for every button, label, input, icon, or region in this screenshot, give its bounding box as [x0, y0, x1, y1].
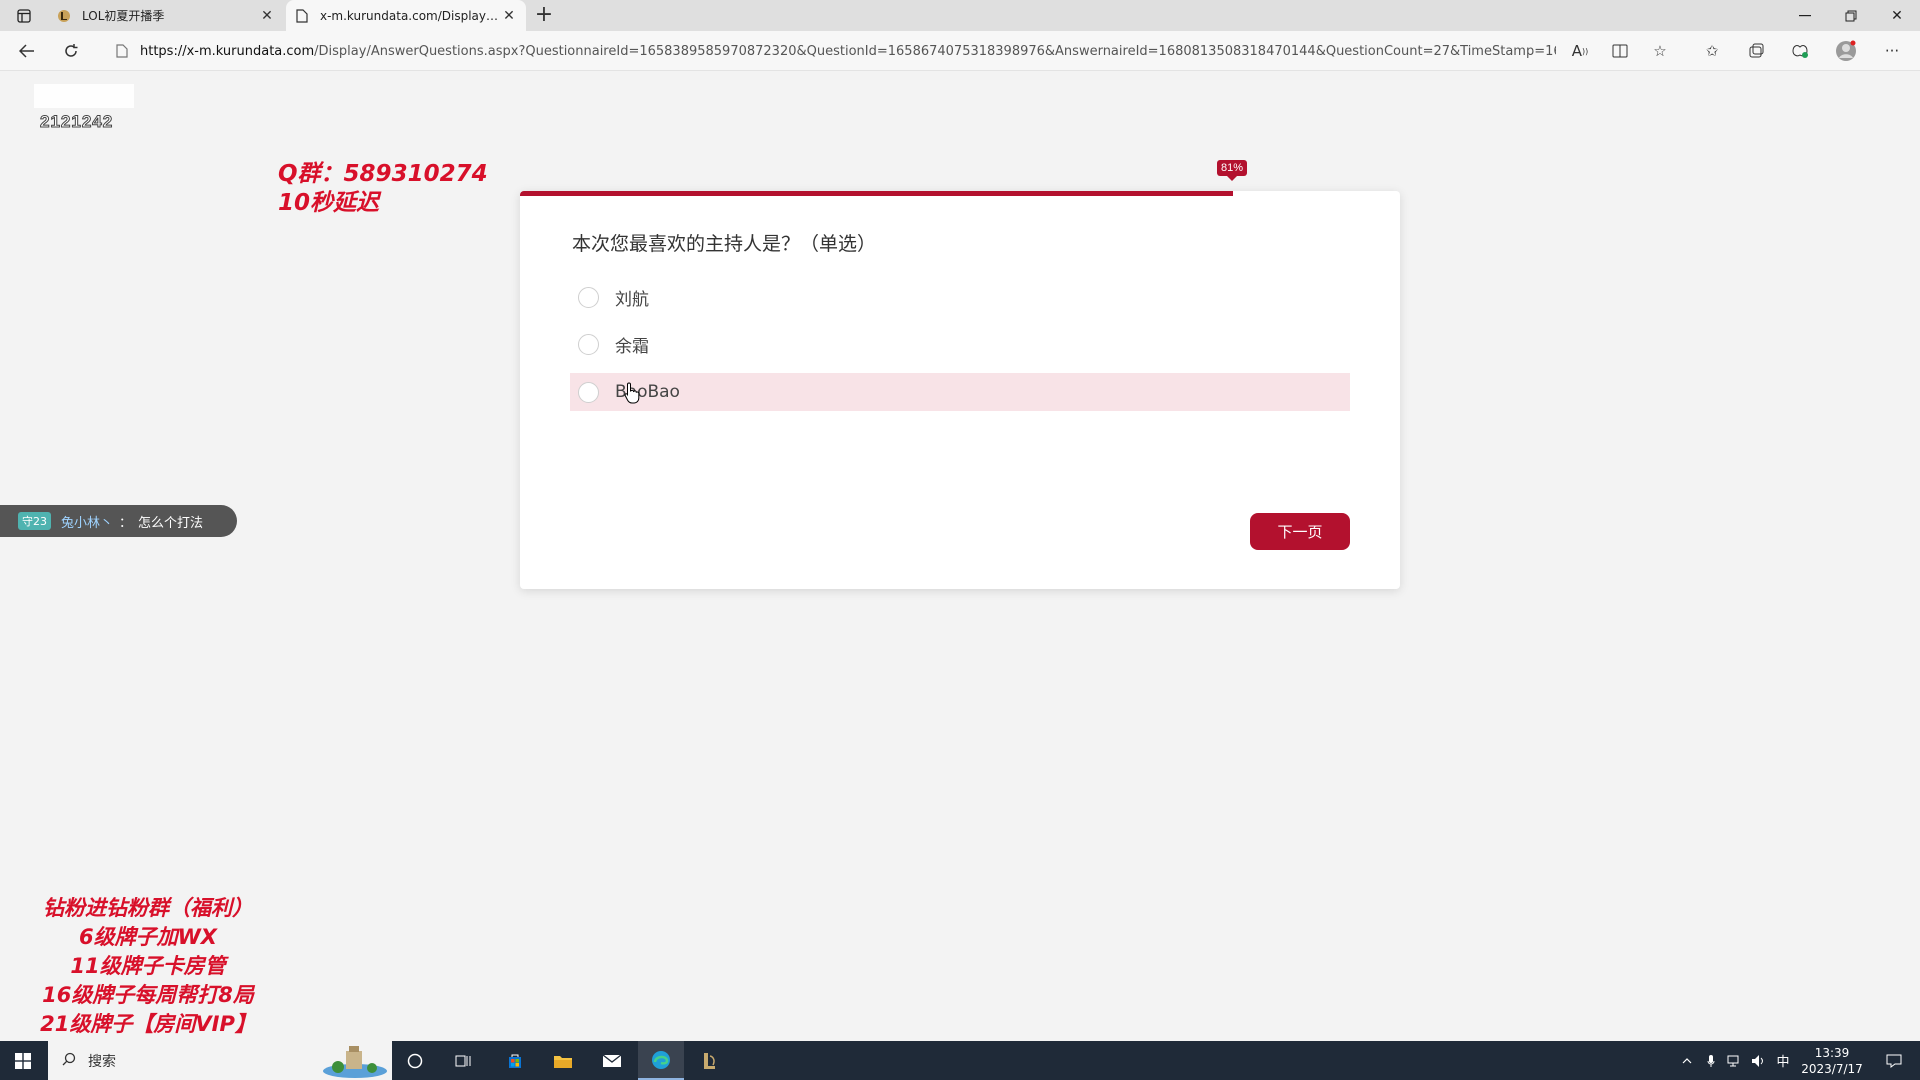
extensions-icon[interactable] — [1786, 38, 1814, 64]
address-bar-row: https://x-m.kurundata.com/Display/Answer… — [0, 31, 1920, 71]
option-baobao[interactable]: BaoBao — [570, 373, 1350, 411]
refresh-icon[interactable] — [56, 37, 86, 65]
next-page-button[interactable]: 下一页 — [1250, 513, 1350, 550]
progress-bar-fill — [520, 191, 1233, 196]
favorites-icon[interactable]: ✩ — [1698, 38, 1726, 64]
delay-text: 10秒延迟 — [278, 190, 380, 216]
promo-line: 钻粉进钻粉群（福利） — [43, 896, 253, 920]
promo-line: 6级牌子加WX — [79, 925, 217, 949]
stream-logo — [34, 84, 134, 108]
promo-line: 11级牌子卡房管 — [70, 954, 226, 978]
option-label: 刘航 — [615, 289, 649, 310]
promo-overlay: 钻粉进钻粉群（福利） 6级牌子加WX 11级牌子卡房管 16级牌子每周帮打8局 … — [28, 894, 268, 1039]
file-explorer-icon[interactable] — [540, 1041, 586, 1080]
search-highlight-icon — [323, 1046, 387, 1078]
restore-icon[interactable] — [1828, 0, 1874, 31]
page-icon — [294, 8, 310, 24]
favorite-star-icon[interactable]: ☆ — [1646, 38, 1674, 64]
new-tab-button[interactable]: + — [530, 3, 558, 29]
tab-lol[interactable]: LOL初夏开播季 ✕ — [48, 0, 284, 31]
close-window-icon[interactable]: ✕ — [1874, 0, 1920, 31]
more-menu-icon[interactable]: ··· — [1878, 38, 1906, 64]
chat-message: 守23 兔小林丶 ： 怎么个打法 — [0, 505, 237, 537]
url-host: https://x-m.kurundata.com — [140, 43, 315, 59]
system-clock[interactable]: 13:39 2023/7/17 — [1797, 1045, 1867, 1077]
option-liuhang[interactable]: 刘航 — [570, 278, 1350, 316]
promo-line: 21级牌子【房间VIP】 — [40, 1012, 256, 1036]
radio-button[interactable] — [578, 381, 599, 403]
tab-actions-icon[interactable] — [8, 4, 40, 28]
fan-badge: 守23 — [18, 512, 51, 530]
hand-cursor-icon — [624, 382, 640, 404]
tab-survey[interactable]: x-m.kurundata.com/Display/Answ ✕ — [286, 0, 526, 31]
qq-group-text: Q群：589310274 — [278, 161, 488, 187]
clock-date: 2023/7/17 — [1801, 1062, 1863, 1076]
close-icon[interactable]: ✕ — [500, 8, 518, 24]
option-yushuang[interactable]: 余霜 — [570, 325, 1350, 363]
task-view-icon[interactable] — [440, 1041, 486, 1080]
taskbar: 搜索 中 13:39 2023/7/17 — [0, 1041, 1920, 1080]
option-label: 余霜 — [615, 336, 649, 357]
url-field[interactable]: https://x-m.kurundata.com/Display/Answer… — [116, 36, 1556, 66]
url-path: /Display/AnswerQuestions.aspx?Questionna… — [314, 43, 1556, 59]
room-number: 2121242 — [39, 112, 114, 132]
ime-indicator[interactable]: 中 — [1772, 1041, 1794, 1080]
tray-overflow-icon[interactable] — [1676, 1041, 1698, 1080]
microphone-icon[interactable] — [1700, 1041, 1722, 1080]
store-icon[interactable] — [492, 1041, 538, 1080]
browser-titlebar: LOL初夏开播季 ✕ x-m.kurundata.com/Display/Ans… — [0, 0, 1920, 31]
progress-percent-badge: 81% — [1217, 160, 1248, 181]
question-title: 本次您最喜欢的主持人是？（单选） — [572, 233, 877, 255]
tab-title: x-m.kurundata.com/Display/Answ — [320, 8, 500, 23]
collections-icon[interactable] — [1742, 38, 1770, 64]
chat-user: 兔小林丶 — [61, 515, 114, 531]
volume-icon[interactable] — [1748, 1041, 1770, 1080]
profile-avatar-icon[interactable] — [1832, 38, 1860, 64]
chat-text: 怎么个打法 — [138, 515, 204, 531]
progress-bar — [520, 191, 1400, 196]
taskbar-search[interactable]: 搜索 — [48, 1041, 392, 1080]
minimize-icon[interactable] — [1782, 0, 1828, 31]
promo-line: 16级牌子每周帮打8局 — [42, 983, 254, 1007]
search-placeholder: 搜索 — [88, 1053, 116, 1070]
read-aloud-icon[interactable]: A)) — [1566, 38, 1594, 64]
cortana-icon[interactable] — [392, 1041, 438, 1080]
close-icon[interactable]: ✕ — [258, 8, 276, 24]
network-icon[interactable] — [1724, 1041, 1746, 1080]
lol-client-icon[interactable] — [686, 1041, 732, 1080]
chat-separator: ： — [119, 515, 133, 531]
radio-button[interactable] — [578, 286, 599, 308]
edge-browser-icon[interactable] — [638, 1041, 684, 1080]
tab-title: LOL初夏开播季 — [82, 9, 165, 23]
clock-time: 13:39 — [1814, 1046, 1850, 1060]
windows-start-icon[interactable] — [0, 1041, 46, 1080]
page-info-icon[interactable] — [116, 44, 128, 58]
search-icon — [62, 1052, 76, 1070]
immersive-reader-icon[interactable] — [1606, 38, 1634, 64]
mail-icon[interactable] — [589, 1041, 635, 1080]
back-icon[interactable] — [12, 37, 42, 65]
qq-group-overlay: Q群：589310274 10秒延迟 — [278, 160, 488, 218]
notification-center-icon[interactable] — [1874, 1041, 1914, 1080]
radio-button[interactable] — [578, 333, 599, 355]
lol-icon — [56, 8, 72, 24]
survey-card: 本次您最喜欢的主持人是？（单选） 刘航 余霜 BaoBao 下一页 — [520, 191, 1400, 589]
